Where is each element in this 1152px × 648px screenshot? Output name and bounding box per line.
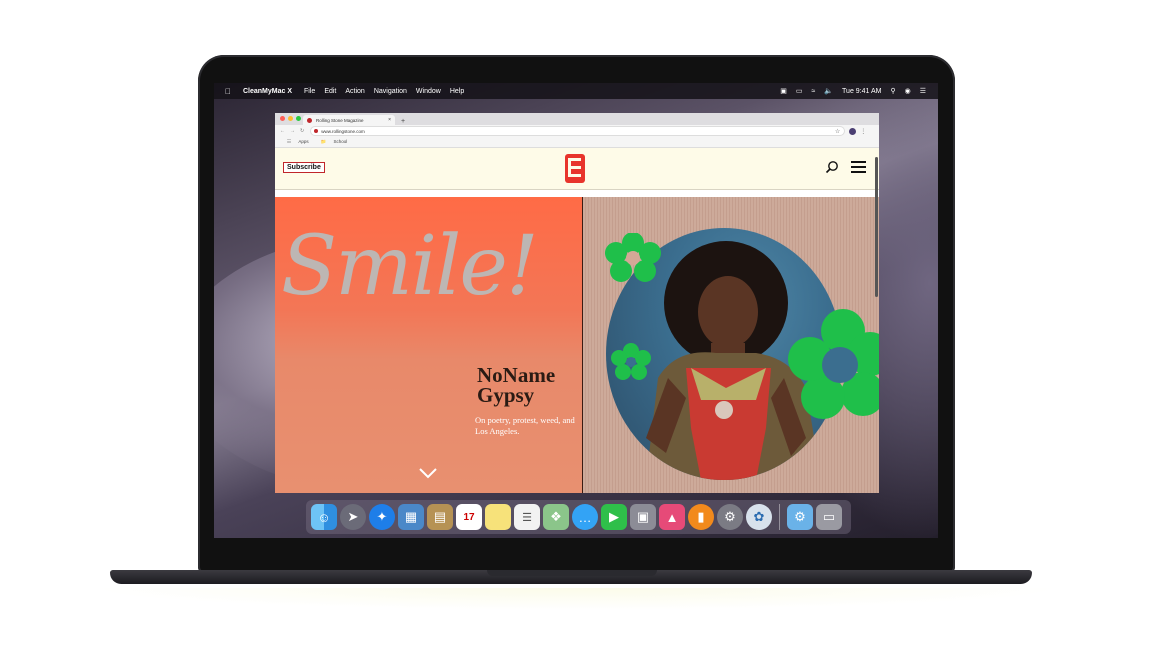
tab-title: Rolling Stone Magazine [316,117,364,123]
system-preferences-icon[interactable]: ⚙ [717,504,743,530]
site-icon [314,129,319,133]
messages-icon[interactable]: … [572,504,598,530]
green-flower-small-decoration [611,343,651,380]
safari-icon[interactable]: ✦ [369,504,395,530]
launchpad-icon[interactable]: ➤ [340,504,366,530]
address-bar[interactable]: www.rollingstone.com ☆ [310,126,846,136]
scroll-down-chevron-icon[interactable] [418,467,438,479]
menu-file[interactable]: File [304,88,315,95]
facetime-icon[interactable]: ▶ [601,504,627,530]
stickies-icon[interactable] [485,504,511,530]
menu-help[interactable]: Help [450,88,464,95]
bookmark-star-icon[interactable]: ☆ [835,128,840,135]
bookmark-school-label: School [333,139,348,144]
site-header: Subscribe [275,148,879,190]
books-icon[interactable]: ▮ [688,504,714,530]
menu-action[interactable]: Action [345,88,364,95]
url-text: www.rollingstone.com [321,128,365,134]
rolling-stone-logo[interactable] [564,153,586,184]
apple-menu-icon[interactable]:  [225,87,231,96]
laptop-screen:  CleanMyMac X File Edit Action Navigati… [214,83,938,538]
volume-icon[interactable]: 🔈 [824,87,833,95]
artist-name-line1: NoName [477,363,556,387]
spotlight-icon[interactable]: ⚲ [890,87,895,95]
profile-avatar[interactable] [849,127,857,135]
hero-section: Smile! NoName Gypsy On poetry, protest, … [275,157,879,493]
app-menu[interactable]: CleanMyMac X [243,88,292,95]
menu-bar:  CleanMyMac X File Edit Action Navigati… [214,83,938,99]
bookmark-apps-label: Apps [298,139,309,144]
apps-grid-icon: ☷ [287,139,292,144]
dock: ☺ ➤ ✦ ▦ ▤ 17 ☰ ❖ … ▶ ▣ ▲ ▮ ⚙ ✿ ⚙ ▭ [306,500,851,534]
wifi-icon[interactable]: ≈ [811,88,815,95]
subscribe-button[interactable]: Subscribe [283,162,325,173]
window-controls [280,116,301,121]
siri-icon[interactable]: ◉ [905,87,911,95]
new-tab-button[interactable]: + [401,118,405,125]
clock[interactable]: Tue 9:41 AM [842,88,881,95]
trash-icon[interactable]: ▭ [816,504,842,530]
reload-icon[interactable]: ↻ [300,128,304,134]
bookmarks-bar: ☷ Apps 📁 School [275,137,879,148]
airplay-icon[interactable]: ▭ [796,87,803,95]
browser-toolbar: ← → ↻ www.rollingstone.com ☆ ⋮ [275,125,879,137]
tab-bar: Rolling Stone Magazine × + [275,113,879,125]
hamburger-menu-icon[interactable] [851,161,866,176]
notes-icon[interactable]: ▤ [427,504,453,530]
menu-navigation[interactable]: Navigation [374,88,407,95]
floor-reflection [90,588,1062,610]
cleanmymac-menu-icon[interactable]: ▣ [780,87,787,95]
hero-text-panel: Smile! NoName Gypsy On poetry, protest, … [275,197,583,493]
notification-center-icon[interactable]: ☰ [920,87,926,95]
back-icon[interactable]: ← [280,128,285,134]
zoom-window-button[interactable] [296,116,301,121]
article-tagline: On poetry, protest, weed, and Los Angele… [475,415,575,436]
folder-icon: 📁 [320,139,327,144]
photo-booth-icon[interactable]: ▣ [630,504,656,530]
tab-close-icon[interactable]: × [388,117,391,123]
green-flower-large-decoration [788,309,879,419]
close-window-button[interactable] [280,116,285,121]
bookmark-school[interactable]: 📁 School [315,139,348,145]
laptop-notch [487,570,657,576]
tab-rolling-stone[interactable]: Rolling Stone Magazine × [303,115,395,125]
preview-icon[interactable]: ▦ [398,504,424,530]
artist-name[interactable]: NoName Gypsy [477,363,556,407]
dock-separator [779,504,780,530]
downloads-folder-icon[interactable]: ⚙ [787,504,813,530]
artist-name-line2: Gypsy [477,383,535,407]
maps-icon[interactable]: ❖ [543,504,569,530]
menu-window[interactable]: Window [416,88,441,95]
hero-image-panel [583,157,879,493]
page-scrollbar[interactable] [875,157,878,297]
green-flower-decoration [605,233,661,282]
keynote-icon[interactable]: ▲ [659,504,685,530]
forward-icon[interactable]: → [290,128,295,134]
calendar-icon[interactable]: 17 [456,504,482,530]
minimize-window-button[interactable] [288,116,293,121]
menu-edit[interactable]: Edit [324,88,336,95]
bookmark-apps[interactable]: ☷ Apps [281,139,309,145]
browser-window: Rolling Stone Magazine × + ← → ↻ www.rol… [275,113,879,493]
more-menu-icon[interactable]: ⋮ [860,128,866,135]
cleanmymac-icon[interactable]: ✿ [746,504,772,530]
finder-icon[interactable]: ☺ [311,504,337,530]
reminders-icon[interactable]: ☰ [514,504,540,530]
search-icon[interactable] [825,160,839,174]
hero-title: Smile! [281,219,539,314]
rolling-stone-favicon [307,117,312,123]
